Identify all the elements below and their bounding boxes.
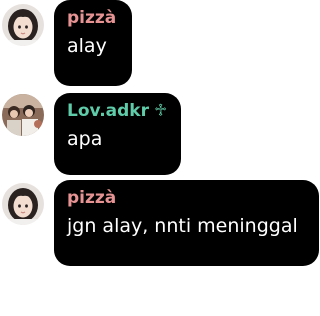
user-avatar-icon bbox=[2, 4, 44, 46]
chat-message: pizzà jgn alay, nnti meninggal bbox=[0, 178, 320, 268]
avatar[interactable] bbox=[2, 94, 44, 136]
message-bubble[interactable]: pizzà jgn alay, nnti meninggal bbox=[54, 180, 319, 266]
sender-name[interactable]: pizzà bbox=[67, 8, 119, 28]
chat-message: pizzà alay bbox=[0, 0, 320, 90]
chat-message: Lov.adkr ♱ apa bbox=[0, 90, 320, 176]
sender-name-text: Lov.adkr bbox=[67, 101, 149, 121]
avatar[interactable] bbox=[2, 183, 44, 225]
avatar[interactable] bbox=[2, 4, 44, 46]
message-text: alay bbox=[67, 35, 107, 57]
message-text: jgn alay, nnti meninggal bbox=[67, 215, 298, 237]
cross-badge-icon: ♱ bbox=[154, 101, 168, 121]
user-avatar-icon bbox=[2, 94, 44, 136]
message-bubble[interactable]: pizzà alay bbox=[54, 0, 132, 86]
chat-thread: pizzà alay Lov.adkr ♱ apa pizzà jgn alay… bbox=[0, 0, 320, 316]
sender-name[interactable]: pizzà bbox=[67, 188, 306, 208]
message-bubble[interactable]: Lov.adkr ♱ apa bbox=[54, 93, 181, 175]
user-avatar-icon bbox=[2, 183, 44, 225]
message-text: apa bbox=[67, 128, 103, 150]
sender-name[interactable]: Lov.adkr ♱ bbox=[67, 101, 168, 121]
